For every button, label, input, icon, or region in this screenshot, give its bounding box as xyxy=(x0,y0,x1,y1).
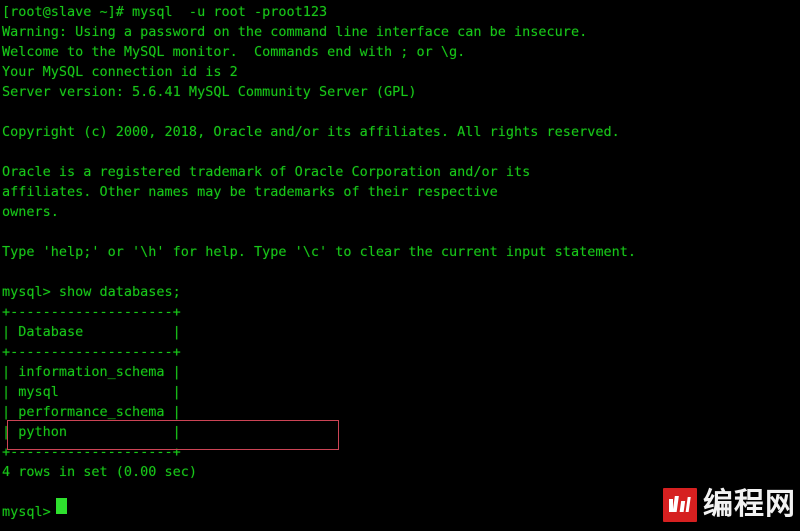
watermark: 编程网 xyxy=(657,481,800,531)
terminal-line: Oracle is a registered trademark of Orac… xyxy=(2,164,531,180)
table-header-row: | Database | xyxy=(2,324,181,340)
terminal-line: affiliates. Other names may be trademark… xyxy=(2,184,498,200)
terminal-line: Warning: Using a password on the command… xyxy=(2,24,588,40)
table-border-top: +--------------------+ xyxy=(2,304,181,320)
terminal-line: Type 'help;' or '\h' for help. Type '\c'… xyxy=(2,244,636,260)
table-row: | mysql | xyxy=(2,384,181,400)
terminal-line: Copyright (c) 2000, 2018, Oracle and/or … xyxy=(2,124,620,140)
terminal-screen: [root@slave ~]# mysql -u root -proot123 … xyxy=(2,2,798,522)
watermark-text: 编程网 xyxy=(703,487,796,522)
terminal-line: Welcome to the MySQL monitor. Commands e… xyxy=(2,44,466,60)
row-count-status: 4 rows in set (0.00 sec) xyxy=(2,464,198,480)
terminal-line: [root@slave ~]# mysql -u root -proot123 xyxy=(2,4,328,20)
terminal-line-command: mysql> show databases; xyxy=(2,284,181,300)
terminal-window[interactable]: [root@slave ~]# mysql -u root -proot123 … xyxy=(0,0,800,531)
terminal-cursor xyxy=(56,498,67,514)
table-row-highlighted: | python | xyxy=(2,424,181,440)
table-border-mid: +--------------------+ xyxy=(2,344,181,360)
terminal-line: owners. xyxy=(2,204,59,220)
bar-chart-icon xyxy=(663,488,697,522)
terminal-line: Server version: 5.6.41 MySQL Community S… xyxy=(2,84,417,100)
terminal-line: Your MySQL connection id is 2 xyxy=(2,64,238,80)
table-row: | information_schema | xyxy=(2,364,181,380)
table-row: | performance_schema | xyxy=(2,404,181,420)
table-border-bottom: +--------------------+ xyxy=(2,444,181,460)
